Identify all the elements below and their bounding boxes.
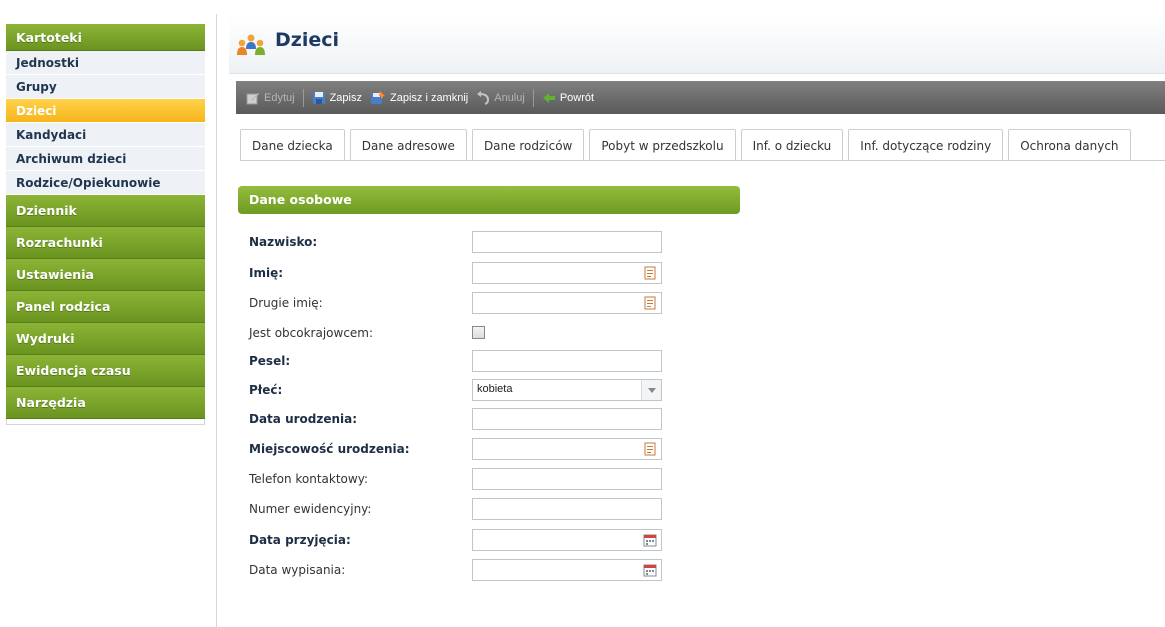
sidebar-item-jednostki[interactable]: Jednostki	[6, 51, 205, 75]
dictionary-icon[interactable]	[643, 296, 657, 310]
nazwisko-input[interactable]	[472, 231, 662, 253]
sidebar-group-ewidencja-czasu[interactable]: Ewidencja czasu	[6, 355, 205, 387]
save-close-icon	[370, 90, 385, 104]
tab-ochrona-danych[interactable]: Ochrona danych	[1008, 129, 1131, 161]
numer-ewidencyjny-input[interactable]	[472, 498, 662, 520]
sidebar-group-dziennik[interactable]: Dziennik	[6, 195, 205, 227]
drugie-imie-input[interactable]	[472, 292, 662, 314]
sidebar-group-wydruki[interactable]: Wydruki	[6, 323, 205, 355]
save-and-close-button[interactable]: Zapisz i zamknij	[370, 90, 469, 105]
data-wypisania-input[interactable]	[472, 559, 662, 581]
sidebar-footer	[6, 419, 205, 425]
dictionary-icon[interactable]	[643, 442, 657, 456]
edit-icon	[246, 92, 259, 104]
sidebar-item-rodzice-opiekunowie[interactable]: Rodzice/Opiekunowie	[6, 171, 205, 195]
form-row-data-wypisania: Data wypisania:	[249, 559, 669, 583]
toolbar-separator	[532, 88, 534, 107]
back-button[interactable]: Powrót	[542, 91, 594, 105]
toolbar: Edytuj Zapisz Zapisz i zamknij Anuluj Po…	[236, 81, 1165, 114]
form-row-plec: Płeć: kobieta	[249, 379, 669, 403]
numer-ewidencyjny-label: Numer ewidencyjny:	[249, 502, 372, 516]
data-przyjecia-input[interactable]	[472, 529, 662, 551]
form-row-nazwisko: Nazwisko:	[249, 231, 669, 255]
form-row-data-przyjecia: Data przyjęcia:	[249, 529, 669, 553]
edit-label: Edytuj	[264, 91, 295, 104]
data-urodzenia-label: Data urodzenia:	[249, 412, 358, 426]
form-row-data-urodzenia: Data urodzenia:	[249, 408, 669, 432]
obcokrajowiec-label: Jest obcokrajowcem:	[249, 326, 374, 340]
form-row-imie: Imię:	[249, 262, 669, 286]
cancel-label: Anuluj	[494, 91, 525, 104]
calendar-icon[interactable]	[643, 533, 657, 547]
drugie-imie-label: Drugie imię:	[249, 296, 323, 310]
undo-icon	[477, 90, 490, 105]
form-row-drugie-imie: Drugie imię:	[249, 292, 669, 316]
tab-bar: Dane dziecka Dane adresowe Dane rodziców…	[240, 129, 1136, 161]
data-wypisania-label: Data wypisania:	[249, 563, 346, 577]
miejscowosc-urodzenia-input[interactable]	[472, 438, 662, 460]
form-row-pesel: Pesel:	[249, 350, 669, 374]
form-row-telefon: Telefon kontaktowy:	[249, 468, 669, 492]
floppy-disk-icon	[312, 91, 325, 104]
dictionary-icon[interactable]	[643, 266, 657, 280]
save-button[interactable]: Zapisz	[312, 91, 362, 105]
tab-dane-rodzicow[interactable]: Dane rodziców	[471, 129, 585, 161]
pesel-input[interactable]	[472, 350, 662, 372]
tab-dane-dziecka[interactable]: Dane dziecka	[240, 129, 345, 161]
data-przyjecia-label: Data przyjęcia:	[249, 533, 351, 547]
telefon-input[interactable]	[472, 468, 662, 490]
section-header: Dane osobowe	[238, 186, 740, 214]
toolbar-separator	[302, 88, 304, 107]
save-label: Zapisz	[329, 91, 362, 104]
save-and-close-label: Zapisz i zamknij	[389, 91, 469, 104]
sidebar-group-panel-rodzica[interactable]: Panel rodzica	[6, 291, 205, 323]
tab-inf-dotyczace-rodziny[interactable]: Inf. dotyczące rodziny	[848, 129, 1004, 161]
chevron-down-icon[interactable]	[641, 380, 661, 400]
tab-divider	[240, 160, 1165, 161]
page-title: Dzieci	[275, 29, 340, 51]
sidebar-item-grupy[interactable]: Grupy	[6, 75, 205, 99]
arrow-left-icon	[542, 92, 555, 103]
tab-pobyt-w-przedszkolu[interactable]: Pobyt w przedszkolu	[589, 129, 736, 161]
sidebar-item-kandydaci[interactable]: Kandydaci	[6, 123, 205, 147]
sidebar-group-narzedzia[interactable]: Narzędzia	[6, 387, 205, 419]
obcokrajowiec-checkbox[interactable]	[472, 326, 485, 339]
calendar-icon[interactable]	[643, 563, 657, 577]
sidebar-group-kartoteki[interactable]: Kartoteki	[6, 24, 205, 51]
sidebar-item-dzieci[interactable]: Dzieci	[6, 99, 205, 123]
sidebar-group-rozrachunki[interactable]: Rozrachunki	[6, 227, 205, 259]
plec-label: Płeć:	[249, 383, 283, 397]
children-icon	[237, 34, 265, 55]
cancel-button[interactable]: Anuluj	[476, 90, 525, 105]
edit-button[interactable]: Edytuj	[246, 91, 295, 105]
plec-select[interactable]: kobieta	[472, 379, 662, 401]
back-label: Powrót	[559, 91, 595, 104]
nazwisko-label: Nazwisko:	[249, 235, 318, 249]
tab-inf-o-dziecku[interactable]: Inf. o dziecku	[740, 129, 844, 161]
data-urodzenia-input[interactable]	[472, 408, 662, 430]
sidebar: Kartoteki Jednostki Grupy Dzieci Kandyda…	[6, 24, 205, 425]
form-row-miejscowosc-urodzenia: Miejscowość urodzenia:	[249, 438, 669, 462]
sidebar-item-archiwum-dzieci[interactable]: Archiwum dzieci	[6, 147, 205, 171]
form-row-obcokrajowiec: Jest obcokrajowcem:	[249, 322, 669, 346]
sidebar-group-ustawienia[interactable]: Ustawienia	[6, 259, 205, 291]
tab-dane-adresowe[interactable]: Dane adresowe	[349, 129, 467, 161]
page-header: Dzieci	[229, 16, 1165, 74]
miejscowosc-urodzenia-label: Miejscowość urodzenia:	[249, 442, 410, 456]
pesel-label: Pesel:	[249, 354, 291, 368]
imie-label: Imię:	[249, 266, 284, 280]
imie-input[interactable]	[472, 262, 662, 284]
form-row-numer-ewidencyjny: Numer ewidencyjny:	[249, 498, 669, 522]
telefon-label: Telefon kontaktowy:	[249, 472, 368, 486]
vertical-divider	[216, 14, 217, 627]
